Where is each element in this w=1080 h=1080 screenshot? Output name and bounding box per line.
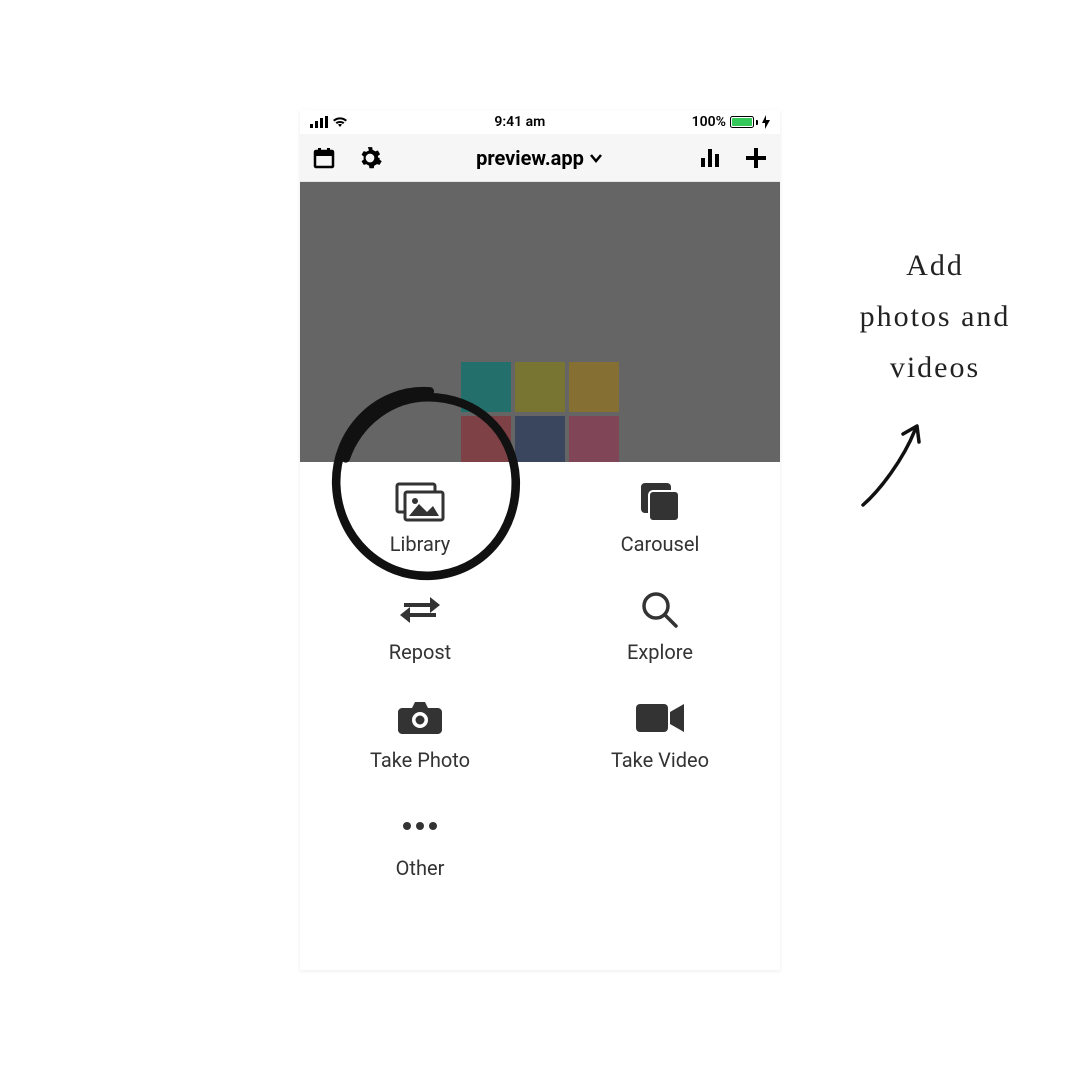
repost-option[interactable]: Repost bbox=[300, 590, 540, 664]
camera-icon bbox=[398, 700, 442, 736]
take-video-label: Take Video bbox=[611, 748, 709, 772]
carousel-label: Carousel bbox=[621, 532, 700, 556]
take-photo-label: Take Photo bbox=[370, 748, 470, 772]
annotation-text: Add photos and videos bbox=[820, 240, 1050, 393]
status-right: 100% bbox=[692, 114, 770, 130]
library-label: Library bbox=[390, 532, 451, 556]
more-icon bbox=[402, 821, 438, 831]
signal-icon bbox=[310, 116, 328, 128]
wifi-icon bbox=[332, 116, 348, 128]
add-button[interactable] bbox=[742, 144, 770, 172]
carousel-option[interactable]: Carousel bbox=[540, 482, 780, 556]
carousel-icon bbox=[639, 481, 681, 523]
search-icon bbox=[641, 591, 679, 629]
status-time: 9:41 am bbox=[494, 114, 545, 130]
explore-option[interactable]: Explore bbox=[540, 590, 780, 664]
phone-frame: 9:41 am 100% preview.app bbox=[300, 110, 780, 970]
nav-bar: preview.app bbox=[300, 134, 780, 182]
status-left bbox=[310, 116, 348, 128]
nav-title-dropdown[interactable]: preview.app bbox=[476, 146, 604, 170]
chevron-down-icon bbox=[588, 150, 604, 166]
add-media-sheet: Library Carousel Repost bbox=[300, 462, 780, 900]
gear-icon bbox=[357, 145, 383, 171]
calendar-button[interactable] bbox=[310, 144, 338, 172]
bar-chart-icon bbox=[698, 146, 722, 170]
analytics-button[interactable] bbox=[696, 144, 724, 172]
annotation-line-1: Add bbox=[820, 240, 1050, 291]
preview-area-dimmed bbox=[300, 182, 780, 462]
other-label: Other bbox=[396, 856, 445, 880]
plus-icon bbox=[744, 146, 768, 170]
annotation-arrow bbox=[855, 420, 935, 510]
annotation-line-2: photos and bbox=[820, 291, 1050, 342]
video-icon bbox=[636, 702, 684, 734]
grid-preview bbox=[461, 362, 619, 462]
other-option[interactable]: Other bbox=[300, 806, 540, 880]
status-bar: 9:41 am 100% bbox=[300, 110, 780, 134]
settings-button[interactable] bbox=[356, 144, 384, 172]
battery-icon bbox=[730, 116, 758, 128]
nav-title-text: preview.app bbox=[476, 146, 584, 170]
library-option[interactable]: Library bbox=[300, 482, 540, 556]
annotation-line-3: videos bbox=[820, 342, 1050, 393]
battery-text: 100% bbox=[692, 114, 726, 130]
explore-label: Explore bbox=[627, 640, 693, 664]
repost-label: Repost bbox=[389, 640, 451, 664]
take-video-option[interactable]: Take Video bbox=[540, 698, 780, 772]
take-photo-option[interactable]: Take Photo bbox=[300, 698, 540, 772]
calendar-icon bbox=[312, 146, 336, 170]
library-icon bbox=[395, 482, 445, 522]
charging-icon bbox=[762, 115, 770, 129]
repost-icon bbox=[400, 593, 440, 627]
